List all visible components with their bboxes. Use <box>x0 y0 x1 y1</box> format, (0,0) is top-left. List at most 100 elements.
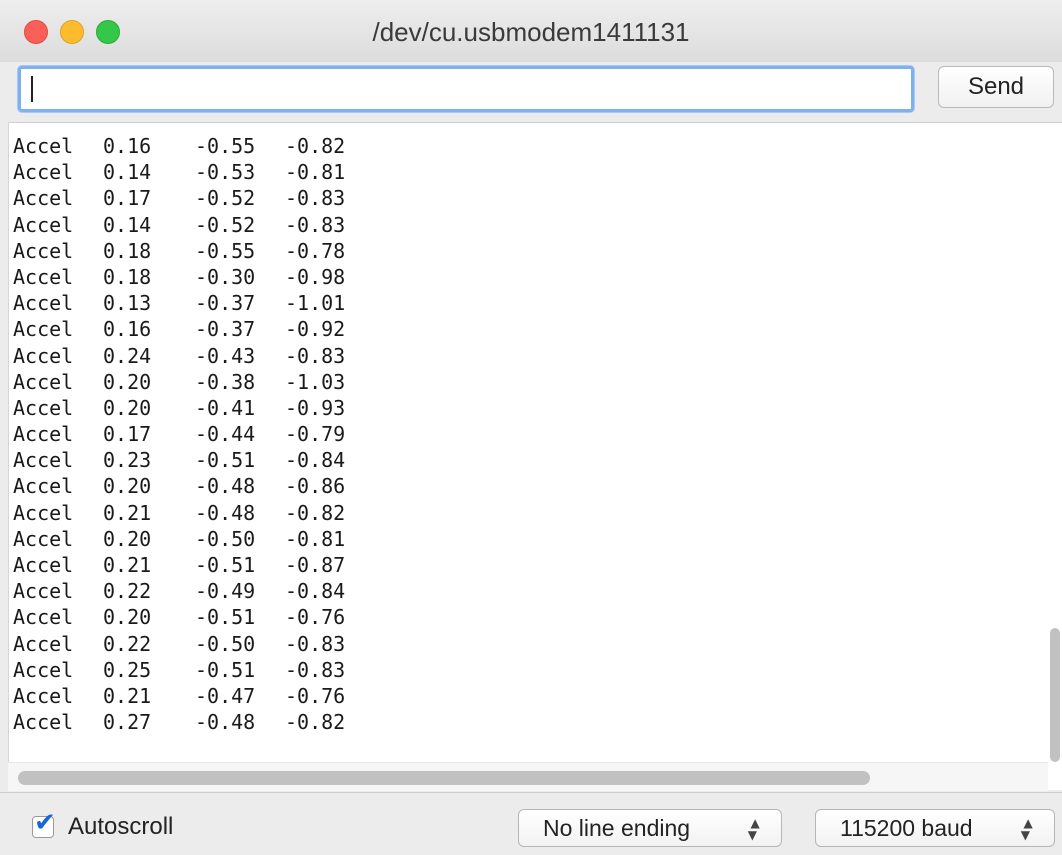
output-line: Accel 0.18 -0.30 -0.98 <box>13 264 365 290</box>
accel-z-value: -0.83 <box>285 631 346 656</box>
accel-y-value: -0.38 <box>195 369 256 394</box>
accel-y-value: -0.50 <box>195 526 256 551</box>
accel-x-value: 0.25 <box>103 657 152 682</box>
output-line: Accel 0.20 -0.38 -1.03 <box>13 369 365 395</box>
accel-x-value: 0.22 <box>103 631 152 656</box>
autoscroll-toggle[interactable]: ✔ Autoscroll <box>32 810 174 841</box>
output-line: Accel 0.20 -0.48 -0.86 <box>13 473 365 499</box>
accel-x-value: 0.20 <box>103 474 152 499</box>
accel-z-value: -0.83 <box>285 186 346 211</box>
accel-y-value: -0.55 <box>195 134 256 158</box>
output-line: Accel 0.22 -0.50 -0.83 <box>13 631 365 657</box>
line-label: Accel <box>13 264 74 289</box>
line-label: Accel <box>13 238 74 263</box>
updown-chevron-icon: ▲▼ <box>747 816 760 842</box>
output-line: Accel 0.21 -0.48 -0.82 <box>13 500 365 526</box>
output-line: Accel 0.16 -0.55 -0.82 <box>13 133 365 159</box>
accel-z-value: -0.79 <box>285 422 346 447</box>
accel-x-value: 0.13 <box>103 291 152 316</box>
horizontal-scrollbar-thumb[interactable] <box>18 771 870 785</box>
autoscroll-checkbox[interactable]: ✔ <box>32 810 56 838</box>
accel-y-value: -0.49 <box>195 579 256 604</box>
line-label: Accel <box>13 448 74 473</box>
line-label: Accel <box>13 553 74 577</box>
accel-x-value: 0.18 <box>103 264 152 289</box>
accel-z-value: -0.93 <box>285 395 346 420</box>
output-line: Accel 0.13 -0.37 -1.01 <box>13 290 365 316</box>
vertical-scrollbar-thumb[interactable] <box>1050 628 1060 762</box>
accel-y-value: -0.55 <box>195 238 256 263</box>
line-label: Accel <box>13 526 74 551</box>
accel-z-value: -0.76 <box>285 683 346 708</box>
send-button[interactable]: Send <box>938 66 1054 108</box>
output-line: Accel 0.18 -0.55 -0.78 <box>13 238 365 264</box>
line-label: Accel <box>13 474 74 499</box>
accel-y-value: -0.47 <box>195 683 256 708</box>
accel-z-value: -0.83 <box>285 343 346 368</box>
line-ending-value: No line ending <box>543 815 691 841</box>
window-title: /dev/cu.usbmodem1411131 <box>372 17 690 47</box>
autoscroll-label: Autoscroll <box>68 813 174 840</box>
accel-x-value: 0.18 <box>103 238 152 263</box>
accel-z-value: -0.76 <box>285 605 346 630</box>
accel-y-value: -0.30 <box>195 264 256 289</box>
line-label: Accel <box>13 186 74 211</box>
accel-y-value: -0.37 <box>195 317 256 342</box>
accel-x-value: 0.17 <box>103 422 152 447</box>
serial-input[interactable] <box>18 66 914 112</box>
line-label: Accel <box>13 369 74 394</box>
output-line: Accel 0.20 -0.50 -0.81 <box>13 526 365 552</box>
serial-output[interactable]: Accel 0.16 -0.55 -0.82 Accel 0.14 -0.53 -0.81 Ac… <box>8 122 1062 790</box>
accel-x-value: 0.17 <box>103 186 152 211</box>
output-line: Accel 0.14 -0.53 -0.81 <box>13 159 365 185</box>
line-label: Accel <box>13 317 74 342</box>
line-label: Accel <box>13 579 74 604</box>
accel-z-value: -0.82 <box>285 710 346 735</box>
horizontal-scrollbar[interactable] <box>8 762 1048 791</box>
output-line: Accel 0.24 -0.43 -0.83 <box>13 343 365 369</box>
accel-y-value: -0.48 <box>195 474 256 499</box>
output-line: Accel 0.21 -0.51 -0.87 <box>13 552 365 578</box>
accel-x-value: 0.20 <box>103 395 152 420</box>
output-line: Accel 0.17 -0.44 -0.79 <box>13 421 365 447</box>
line-label: Accel <box>13 657 74 682</box>
accel-y-value: -0.50 <box>195 631 256 656</box>
accel-x-value: 0.20 <box>103 369 152 394</box>
accel-y-value: -0.44 <box>195 422 256 447</box>
output-line: Accel 0.27 -0.48 -0.82 <box>13 709 365 735</box>
accel-y-value: -0.53 <box>195 160 256 185</box>
accel-x-value: 0.24 <box>103 343 152 368</box>
line-label: Accel <box>13 212 74 237</box>
accel-z-value: -0.83 <box>285 212 346 237</box>
line-label: Accel <box>13 500 74 525</box>
accel-x-value: 0.23 <box>103 448 152 473</box>
line-label: Accel <box>13 631 74 656</box>
accel-x-value: 0.22 <box>103 579 152 604</box>
accel-z-value: -1.01 <box>285 291 346 316</box>
accel-y-value: -0.37 <box>195 291 256 316</box>
accel-y-value: -0.43 <box>195 343 256 368</box>
accel-z-value: -0.98 <box>285 264 346 289</box>
line-label: Accel <box>13 160 74 185</box>
output-line: Accel 0.17 -0.52 -0.83 <box>13 185 365 211</box>
accel-y-value: -0.51 <box>195 553 256 577</box>
baud-rate-select[interactable]: 115200 baud ▲▼ <box>815 809 1055 847</box>
accel-x-value: 0.14 <box>103 212 152 237</box>
output-line: Accel 0.20 -0.41 -0.93 <box>13 395 365 421</box>
accel-y-value: -0.52 <box>195 212 256 237</box>
serial-monitor-window: /dev/cu.usbmodem1411131 Send Accel 0.16 -0… <box>0 0 1062 855</box>
line-label: Accel <box>13 343 74 368</box>
output-line: Accel 0.25 -0.51 -0.83 <box>13 657 365 683</box>
line-label: Accel <box>13 605 74 630</box>
accel-z-value: -0.81 <box>285 160 346 185</box>
accel-y-value: -0.52 <box>195 186 256 211</box>
accel-x-value: 0.20 <box>103 526 152 551</box>
text-caret <box>31 76 33 102</box>
line-ending-select[interactable]: No line ending ▲▼ <box>518 809 782 847</box>
checkmark-icon: ✔ <box>34 808 56 838</box>
accel-x-value: 0.27 <box>103 710 152 735</box>
accel-y-value: -0.48 <box>195 710 256 735</box>
accel-z-value: -0.82 <box>285 500 346 525</box>
accel-y-value: -0.51 <box>195 605 256 630</box>
line-label: Accel <box>13 683 74 708</box>
